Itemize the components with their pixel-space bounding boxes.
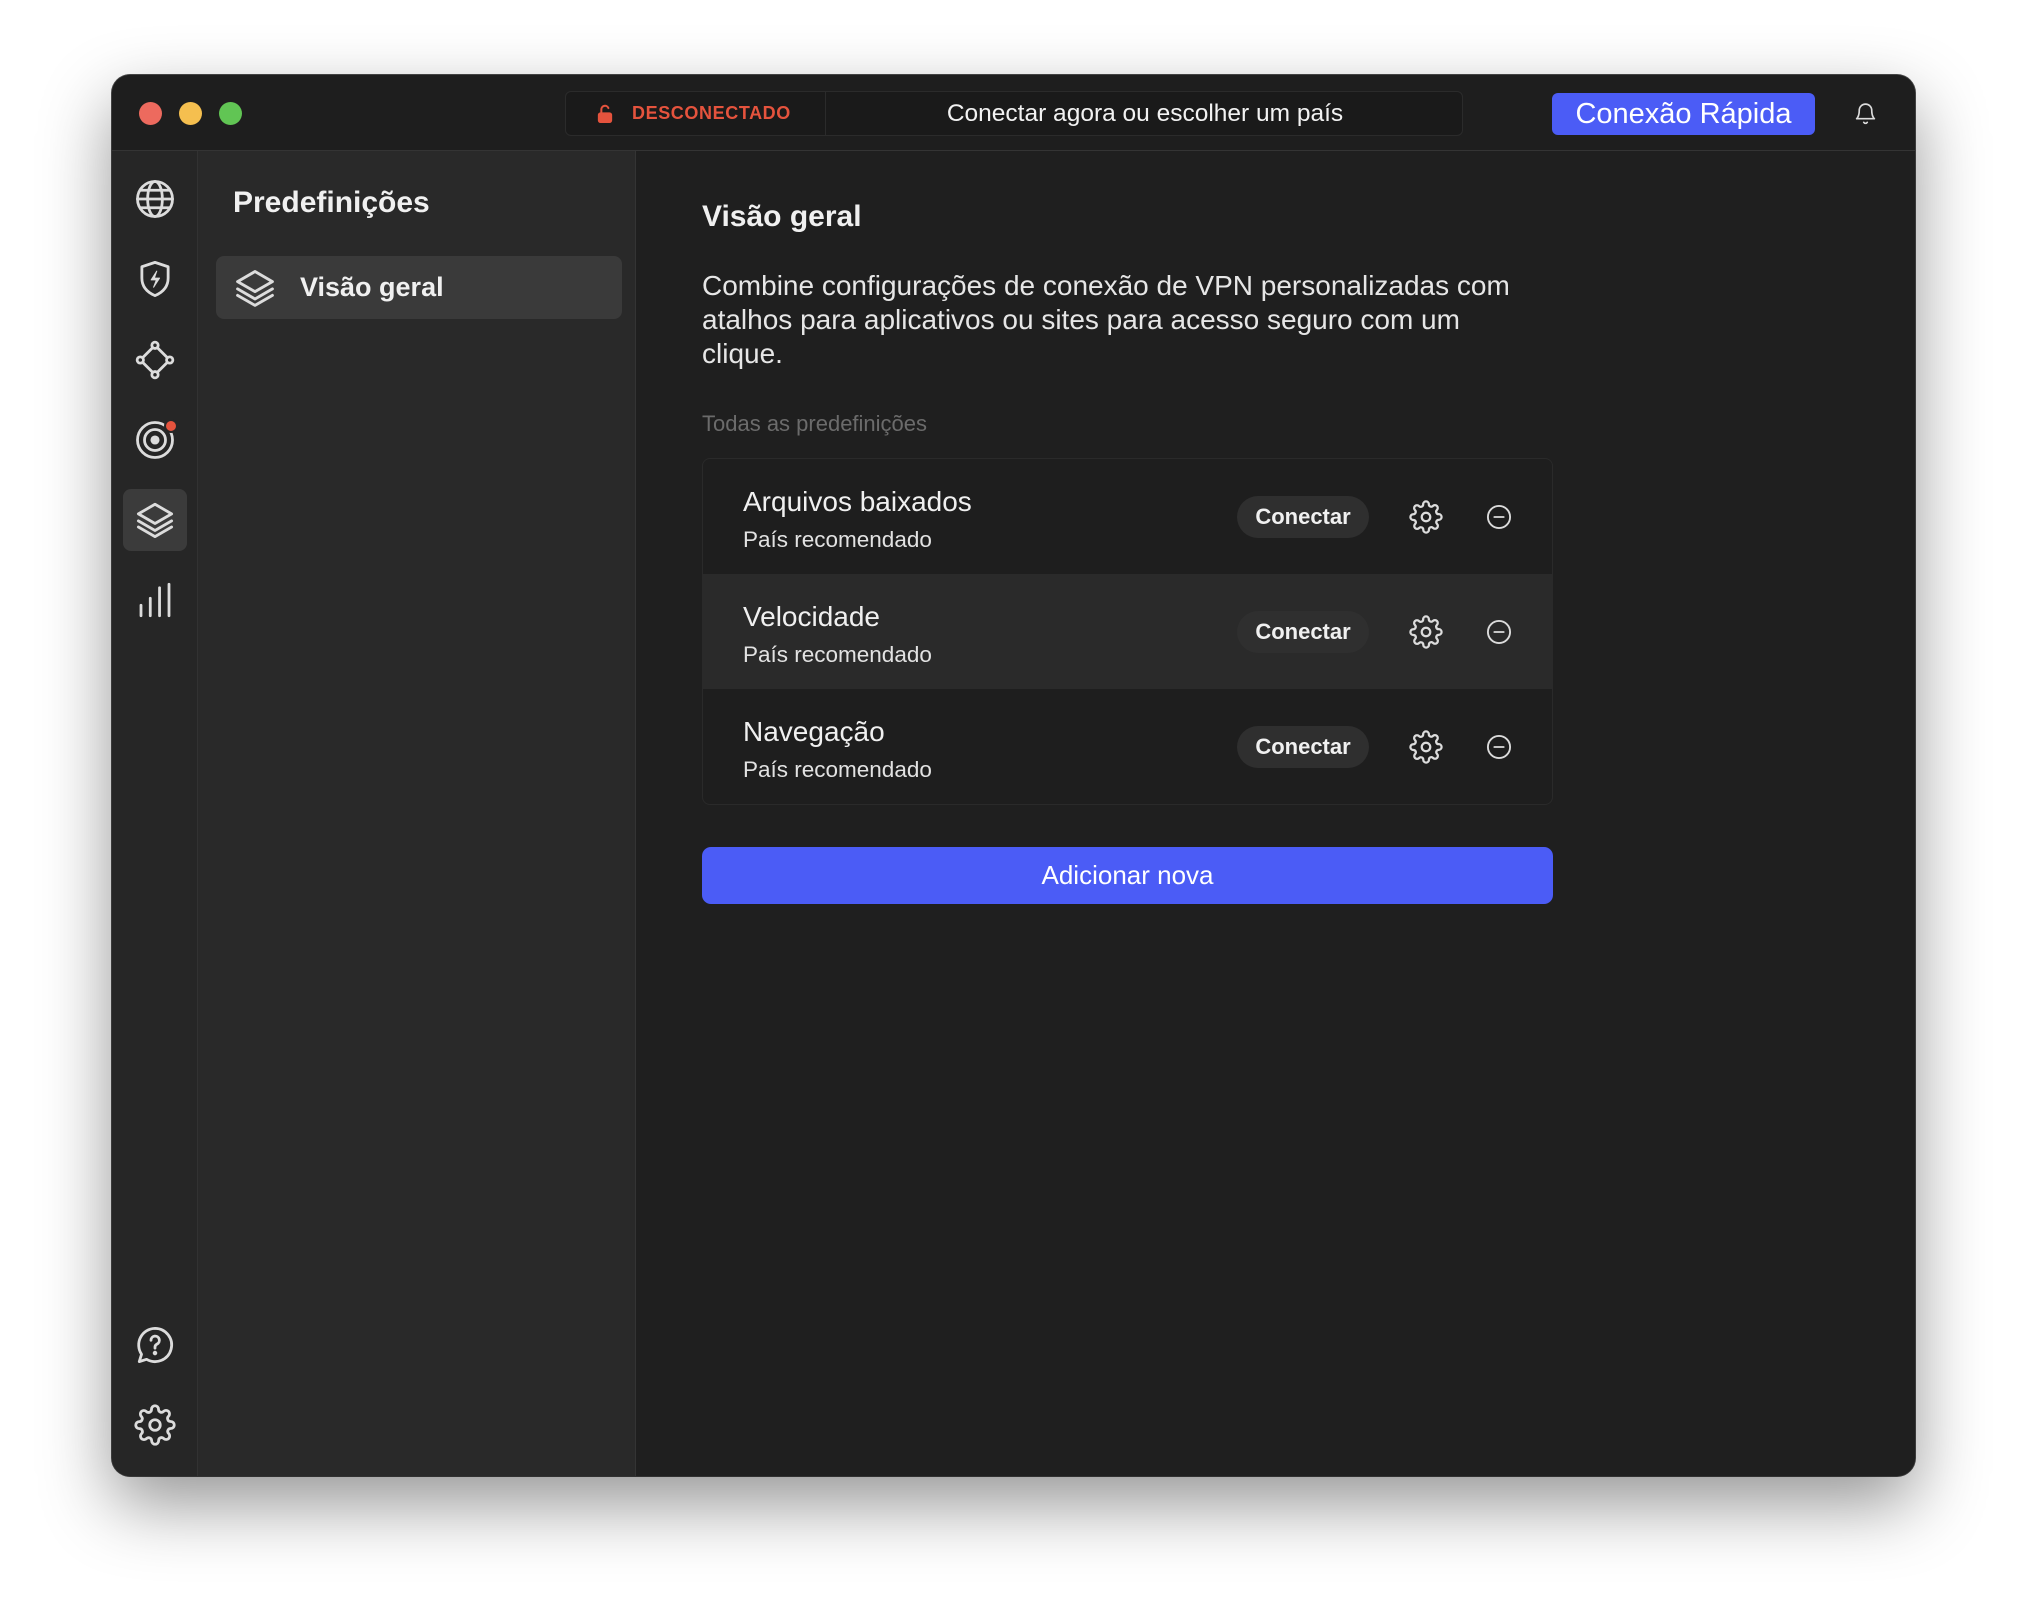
bell-icon[interactable] [1853, 101, 1878, 126]
presets-list: Arquivos baixados País recomendado Conec… [702, 458, 1553, 805]
section-label: Todas as predefinições [702, 411, 928, 436]
preset-subtitle: País recomendado [743, 757, 932, 782]
shield-bolt-icon [134, 258, 176, 300]
presets-sidebar: Predefinições Visão geral [198, 151, 636, 1476]
preset-row[interactable]: Arquivos baixados País recomendado Conec… [703, 459, 1552, 574]
preset-subtitle: País recomendado [743, 527, 932, 552]
preset-connect-button[interactable]: Conectar [1237, 496, 1369, 538]
connect-prompt[interactable]: Conectar agora ou escolher um país [826, 92, 1464, 135]
gear-icon [134, 1404, 176, 1446]
page-title: Visão geral [702, 200, 862, 233]
preset-name: Navegação [743, 716, 885, 747]
preset-connect-button[interactable]: Conectar [1237, 611, 1369, 653]
rail-item-dark-web-monitor[interactable] [123, 409, 187, 471]
title-bar: DESCONECTADO Conectar agora ou escolher … [112, 75, 1915, 151]
window-maximize-button[interactable] [219, 102, 242, 125]
window-close-button[interactable] [139, 102, 162, 125]
minus-circle-icon[interactable] [1485, 733, 1513, 761]
preset-row[interactable]: Navegação País recomendado Conectar [703, 689, 1552, 804]
rail-item-presets[interactable] [123, 489, 187, 551]
layers-icon [134, 499, 176, 541]
rail-item-threat-protection[interactable] [123, 248, 187, 310]
minus-circle-icon[interactable] [1485, 618, 1513, 646]
preset-name: Velocidade [743, 601, 881, 632]
globe-icon [134, 178, 176, 220]
connection-status-bar[interactable]: DESCONECTADO Conectar agora ou escolher … [565, 91, 1463, 136]
sidebar-title: Predefinições [233, 186, 430, 219]
gear-icon[interactable] [1409, 730, 1443, 764]
add-preset-button[interactable]: Adicionar nova [702, 847, 1553, 904]
main-panel: Visão geral Combine configurações de con… [636, 151, 1915, 1476]
connection-status-text: DESCONECTADO [632, 103, 791, 123]
gear-icon[interactable] [1409, 500, 1443, 534]
page-description: Combine configurações de conexão de VPN … [702, 270, 1510, 369]
help-icon [134, 1324, 176, 1366]
preset-connect-button[interactable]: Conectar [1237, 726, 1369, 768]
sidebar-item-label: Visão geral [300, 272, 444, 302]
gear-icon[interactable] [1409, 615, 1443, 649]
notification-badge [164, 419, 178, 433]
rail-item-meshnet[interactable] [123, 329, 187, 391]
preset-subtitle: País recomendado [743, 642, 932, 667]
sidebar-item-overview[interactable]: Visão geral [216, 256, 622, 319]
quick-connect-button[interactable]: Conexão Rápida [1552, 93, 1815, 135]
rail-item-help[interactable] [123, 1314, 187, 1376]
nav-rail [112, 151, 198, 1476]
window-minimize-button[interactable] [179, 102, 202, 125]
preset-name: Arquivos baixados [743, 486, 972, 517]
rail-item-statistics[interactable] [123, 569, 187, 631]
layers-icon [233, 266, 277, 310]
meshnet-icon [134, 339, 176, 381]
rail-item-settings[interactable] [123, 1394, 187, 1456]
rail-item-countries[interactable] [123, 168, 187, 230]
bar-chart-icon [134, 579, 176, 621]
lock-open-icon [594, 103, 616, 125]
app-window: DESCONECTADO Conectar agora ou escolher … [112, 75, 1915, 1476]
minus-circle-icon[interactable] [1485, 503, 1513, 531]
preset-row[interactable]: Velocidade País recomendado Conectar [703, 574, 1552, 689]
